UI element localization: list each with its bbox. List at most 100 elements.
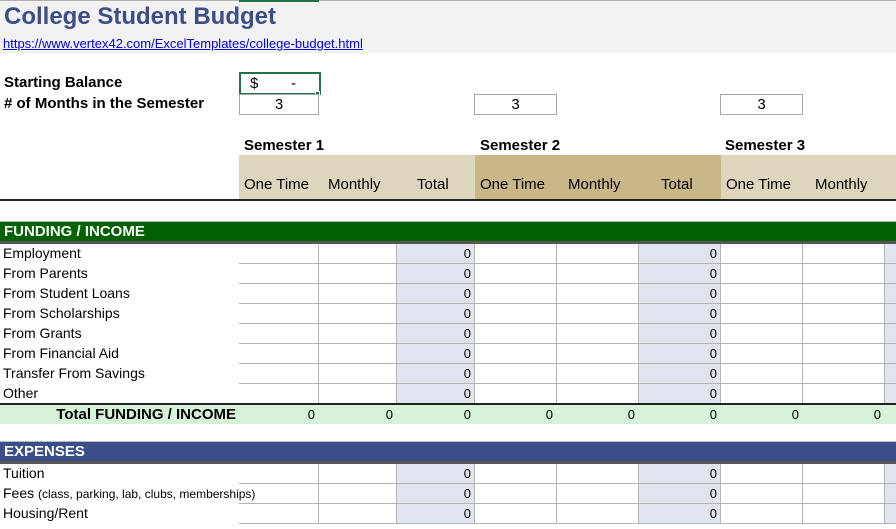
funding-cell-s3-monthly[interactable] <box>803 264 885 284</box>
funding-total-s2-monthly[interactable]: 0 <box>557 405 639 424</box>
funding-cell-s1-total[interactable]: 0 <box>397 324 475 344</box>
funding-cell-s3-total[interactable] <box>885 264 896 284</box>
funding-cell-s3-total[interactable] <box>885 304 896 324</box>
expense-cell-s3-onetime[interactable] <box>721 464 803 484</box>
expense-cell-s3-onetime[interactable] <box>721 504 803 524</box>
funding-cell-s1-monthly[interactable] <box>319 304 397 324</box>
expense-cell-s1-monthly[interactable] <box>319 464 397 484</box>
funding-cell-s3-total[interactable] <box>885 324 896 344</box>
funding-cell-s1-total[interactable]: 0 <box>397 364 475 384</box>
funding-cell-s1-onetime[interactable] <box>239 384 319 404</box>
funding-cell-s2-total[interactable]: 0 <box>639 284 721 304</box>
funding-cell-s3-monthly[interactable] <box>803 344 885 364</box>
funding-total-s3-onetime[interactable]: 0 <box>721 405 803 424</box>
funding-cell-s2-onetime[interactable] <box>475 344 557 364</box>
funding-cell-s1-monthly[interactable] <box>319 244 397 264</box>
funding-cell-s3-total[interactable] <box>885 284 896 304</box>
expense-cell-s2-onetime[interactable] <box>475 484 557 504</box>
funding-cell-s2-monthly[interactable] <box>557 244 639 264</box>
funding-cell-s1-onetime[interactable] <box>239 264 319 284</box>
funding-cell-s2-onetime[interactable] <box>475 284 557 304</box>
funding-cell-s2-monthly[interactable] <box>557 324 639 344</box>
expense-cell-s3-monthly[interactable] <box>803 504 885 524</box>
funding-cell-s1-total[interactable]: 0 <box>397 244 475 264</box>
funding-cell-s3-total[interactable] <box>885 384 896 404</box>
funding-cell-s2-total[interactable]: 0 <box>639 324 721 344</box>
expense-cell-s1-monthly[interactable] <box>319 504 397 524</box>
funding-cell-s3-onetime[interactable] <box>721 324 803 344</box>
funding-cell-s3-onetime[interactable] <box>721 284 803 304</box>
funding-cell-s1-monthly[interactable] <box>319 384 397 404</box>
months-input-s1[interactable]: 3 <box>239 94 319 115</box>
expense-cell-s1-total[interactable]: 0 <box>397 504 475 524</box>
expense-cell-s3-onetime[interactable] <box>721 484 803 504</box>
expense-cell-s3-monthly[interactable] <box>803 464 885 484</box>
funding-cell-s2-onetime[interactable] <box>475 324 557 344</box>
expense-cell-s2-monthly[interactable] <box>557 504 639 524</box>
expense-cell-s1-onetime[interactable] <box>239 504 319 524</box>
funding-cell-s2-total[interactable]: 0 <box>639 304 721 324</box>
funding-cell-s2-monthly[interactable] <box>557 304 639 324</box>
funding-cell-s1-onetime[interactable] <box>239 324 319 344</box>
starting-balance-input[interactable]: $ - <box>239 72 321 95</box>
expense-cell-s1-monthly[interactable] <box>319 484 397 504</box>
funding-cell-s2-monthly[interactable] <box>557 384 639 404</box>
expense-cell-s2-onetime[interactable] <box>475 464 557 484</box>
expense-cell-s1-total[interactable]: 0 <box>397 464 475 484</box>
funding-cell-s2-onetime[interactable] <box>475 244 557 264</box>
months-input-s2[interactable]: 3 <box>474 94 557 115</box>
funding-cell-s2-onetime[interactable] <box>475 364 557 384</box>
funding-total-s3-monthly[interactable]: 0 <box>803 405 885 424</box>
funding-cell-s2-onetime[interactable] <box>475 264 557 284</box>
expense-cell-s3-total[interactable] <box>885 484 896 504</box>
funding-cell-s2-onetime[interactable] <box>475 384 557 404</box>
funding-cell-s1-onetime[interactable] <box>239 364 319 384</box>
funding-cell-s2-total[interactable]: 0 <box>639 264 721 284</box>
funding-cell-s2-total[interactable]: 0 <box>639 364 721 384</box>
funding-cell-s3-monthly[interactable] <box>803 324 885 344</box>
expense-cell-s3-total[interactable] <box>885 504 896 524</box>
funding-total-s1-onetime[interactable]: 0 <box>239 405 319 424</box>
funding-cell-s1-total[interactable]: 0 <box>397 304 475 324</box>
funding-cell-s3-onetime[interactable] <box>721 244 803 264</box>
funding-cell-s3-onetime[interactable] <box>721 384 803 404</box>
funding-cell-s1-onetime[interactable] <box>239 244 319 264</box>
expense-cell-s2-monthly[interactable] <box>557 484 639 504</box>
funding-cell-s1-onetime[interactable] <box>239 304 319 324</box>
funding-cell-s1-monthly[interactable] <box>319 264 397 284</box>
funding-cell-s3-monthly[interactable] <box>803 364 885 384</box>
funding-cell-s3-onetime[interactable] <box>721 264 803 284</box>
funding-total-s2-total[interactable]: 0 <box>639 405 721 424</box>
funding-cell-s1-onetime[interactable] <box>239 284 319 304</box>
funding-cell-s3-monthly[interactable] <box>803 244 885 264</box>
funding-cell-s3-total[interactable] <box>885 344 896 364</box>
funding-cell-s3-onetime[interactable] <box>721 344 803 364</box>
funding-cell-s3-total[interactable] <box>885 364 896 384</box>
funding-total-s2-onetime[interactable]: 0 <box>475 405 557 424</box>
expense-cell-s3-total[interactable] <box>885 464 896 484</box>
funding-cell-s1-total[interactable]: 0 <box>397 284 475 304</box>
funding-cell-s1-total[interactable]: 0 <box>397 344 475 364</box>
funding-cell-s3-onetime[interactable] <box>721 304 803 324</box>
funding-cell-s2-monthly[interactable] <box>557 344 639 364</box>
funding-cell-s1-monthly[interactable] <box>319 284 397 304</box>
funding-total-s1-total[interactable]: 0 <box>397 405 475 424</box>
expense-cell-s3-monthly[interactable] <box>803 484 885 504</box>
funding-cell-s2-onetime[interactable] <box>475 304 557 324</box>
funding-total-s1-monthly[interactable]: 0 <box>319 405 397 424</box>
funding-cell-s1-monthly[interactable] <box>319 364 397 384</box>
funding-cell-s2-monthly[interactable] <box>557 284 639 304</box>
funding-cell-s2-total[interactable]: 0 <box>639 244 721 264</box>
funding-cell-s2-total[interactable]: 0 <box>639 384 721 404</box>
funding-cell-s3-monthly[interactable] <box>803 284 885 304</box>
funding-cell-s1-monthly[interactable] <box>319 344 397 364</box>
funding-cell-s2-monthly[interactable] <box>557 364 639 384</box>
expense-cell-s2-total[interactable]: 0 <box>639 504 721 524</box>
funding-cell-s2-monthly[interactable] <box>557 264 639 284</box>
funding-cell-s3-monthly[interactable] <box>803 384 885 404</box>
expense-cell-s2-onetime[interactable] <box>475 504 557 524</box>
funding-cell-s3-total[interactable] <box>885 244 896 264</box>
funding-cell-s3-monthly[interactable] <box>803 304 885 324</box>
funding-cell-s1-total[interactable]: 0 <box>397 384 475 404</box>
funding-cell-s2-total[interactable]: 0 <box>639 344 721 364</box>
